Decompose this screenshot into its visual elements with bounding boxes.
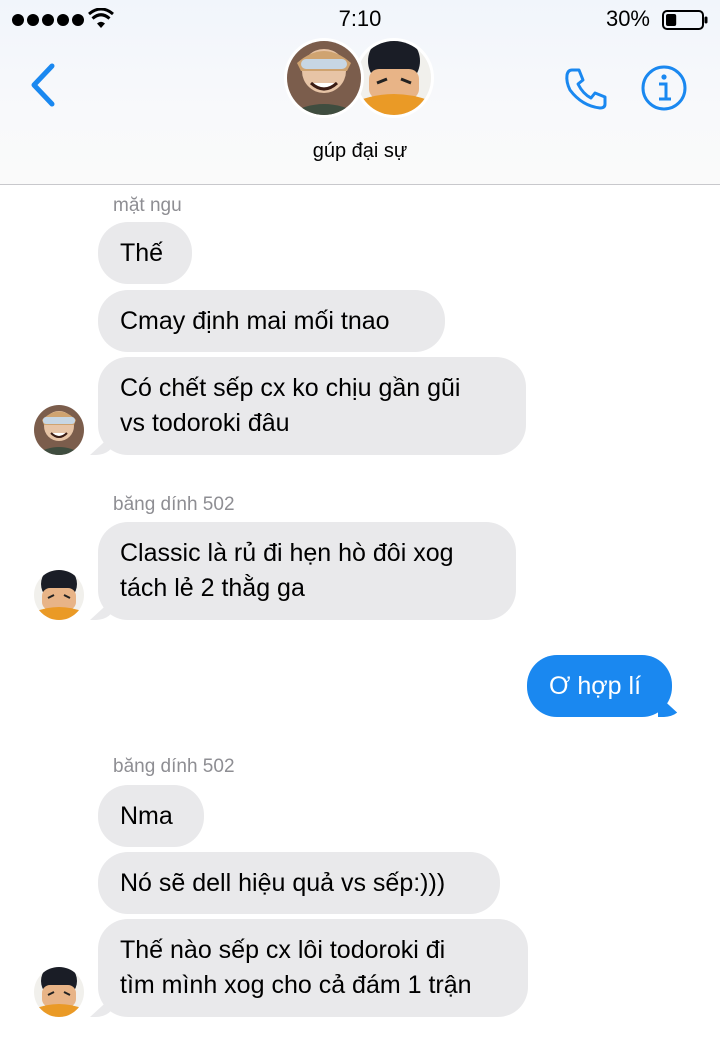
outgoing-message-bubble[interactable]: Ơ hợp lí [527, 655, 672, 717]
sender-name: băng dính 502 [113, 494, 235, 515]
message-bubble[interactable]: Thế [98, 222, 192, 284]
status-bar: 7:10 30% [0, 0, 720, 40]
sender-avatar[interactable] [34, 570, 84, 620]
group-name[interactable]: gúp đại sự [0, 140, 720, 163]
back-button[interactable] [24, 60, 64, 110]
sender-avatar[interactable] [34, 405, 84, 455]
member-avatar [354, 38, 434, 118]
phone-call-button[interactable] [562, 64, 610, 112]
chat-header: 7:10 30% gúp đại sự [0, 0, 720, 185]
message-bubble[interactable]: Classic là rủ đi hẹn hò đôi xog tách lẻ … [98, 522, 516, 620]
group-avatar[interactable] [284, 38, 436, 124]
battery-icon [662, 10, 708, 30]
sender-avatar[interactable] [34, 967, 84, 1017]
message-bubble[interactable]: Cmay định mai mối tnao [98, 290, 445, 352]
message-bubble[interactable]: Thế nào sếp cx lôi todoroki đi tìm mình … [98, 919, 528, 1017]
message-bubble[interactable]: Có chết sếp cx ko chịu gần gũi vs todoro… [98, 357, 526, 455]
info-button[interactable] [640, 64, 688, 112]
battery-percentage: 30% [605, 6, 650, 31]
sender-name: băng dính 502 [113, 756, 235, 777]
message-bubble[interactable]: Nma [98, 785, 204, 847]
sender-name: mặt ngu [113, 195, 182, 216]
member-avatar [284, 38, 364, 118]
message-bubble[interactable]: Nó sẽ dell hiệu quả vs sếp:))) [98, 852, 500, 914]
